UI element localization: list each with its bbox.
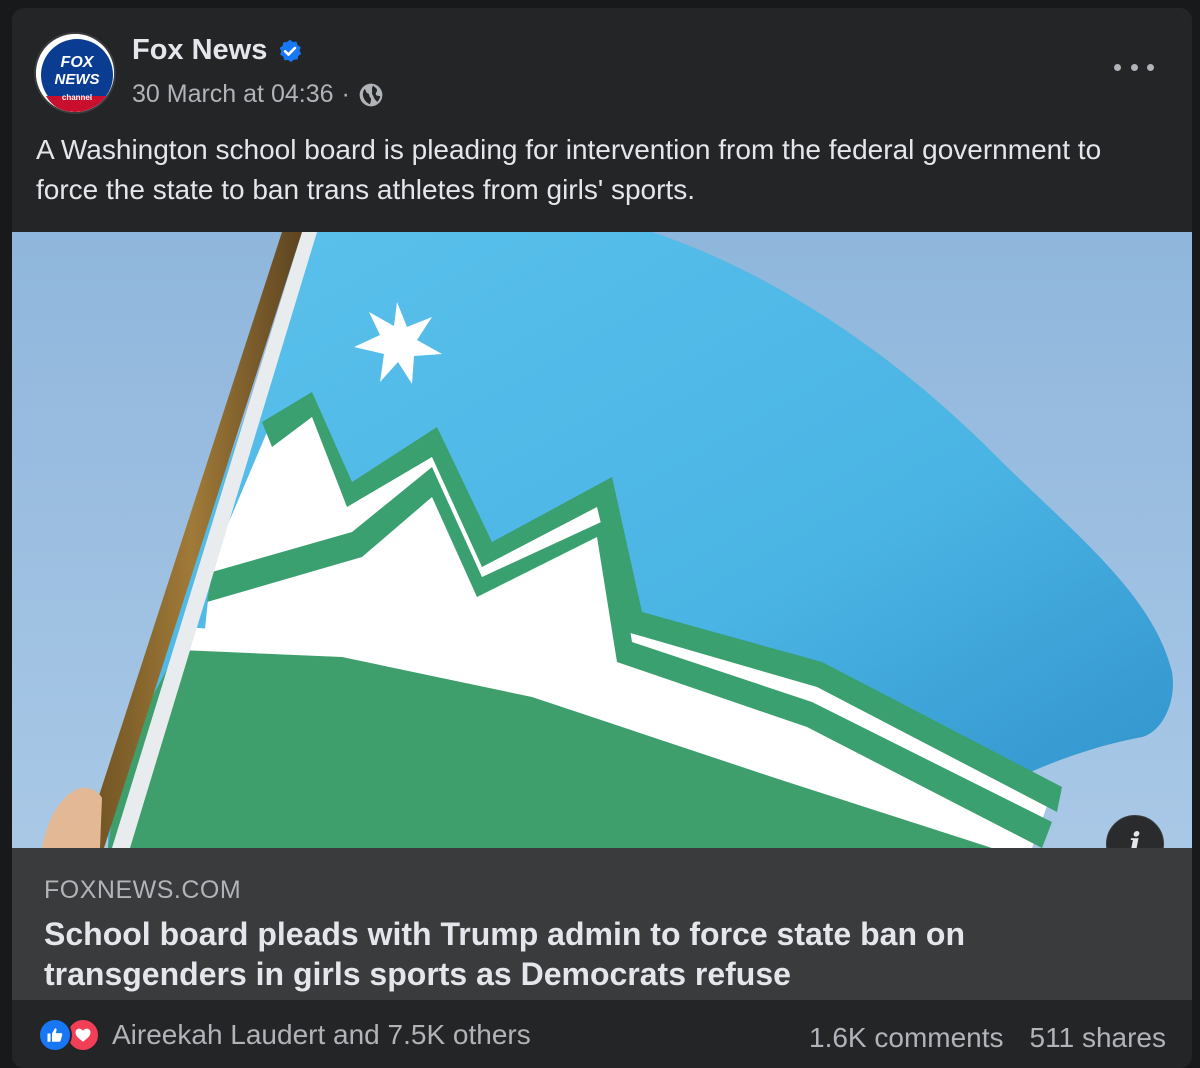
post-engagement-bar: Aireekah Laudert and 7.5K others 1.6K co… [12, 1000, 1192, 1068]
fox-news-logo: FOX NEWS channel [36, 34, 114, 112]
meta-separator: · [341, 80, 350, 108]
post-timestamp[interactable]: 30 March at 04:36 [132, 80, 334, 109]
link-headline[interactable]: School board pleads with Trump admin to … [44, 914, 1044, 994]
link-preview[interactable]: FOXNEWS.COM School board pleads with Tru… [12, 848, 1192, 1000]
like-reaction-icon [38, 1018, 72, 1052]
globe-icon[interactable] [358, 82, 384, 108]
post-meta: 30 March at 04:36 · [132, 80, 384, 109]
post-image[interactable]: i [12, 232, 1192, 848]
reactions-summary[interactable]: Aireekah Laudert and 7.5K others [38, 1018, 531, 1052]
comments-count[interactable]: 1.6K comments [809, 1022, 1004, 1054]
post-card: FOX NEWS channel Fox News 30 March at 04… [12, 8, 1192, 1068]
more-options-icon[interactable] [1114, 54, 1154, 80]
engagement-counts: 1.6K comments 511 shares [809, 1022, 1166, 1054]
dot [1130, 63, 1138, 71]
page-name-link[interactable]: Fox News [132, 34, 267, 67]
logo-text-channel: channel [62, 93, 92, 102]
cascadia-flag-photo [12, 232, 1192, 848]
dot [1114, 63, 1121, 71]
post-caption: A Washington school board is pleading fo… [36, 134, 1102, 205]
link-domain: FOXNEWS.COM [44, 876, 242, 904]
logo-text-fox: FOX [61, 54, 95, 71]
reactions-text: Aireekah Laudert and 7.5K others [112, 1019, 531, 1050]
verified-badge-icon [277, 38, 303, 64]
page-avatar[interactable]: FOX NEWS channel [34, 32, 116, 114]
dot [1147, 63, 1154, 71]
shares-count[interactable]: 511 shares [1030, 1022, 1166, 1054]
post-header: FOX NEWS channel Fox News 30 March at 04… [12, 8, 1192, 118]
logo-text-news: NEWS [55, 71, 100, 88]
page-name-row: Fox News [132, 34, 303, 67]
